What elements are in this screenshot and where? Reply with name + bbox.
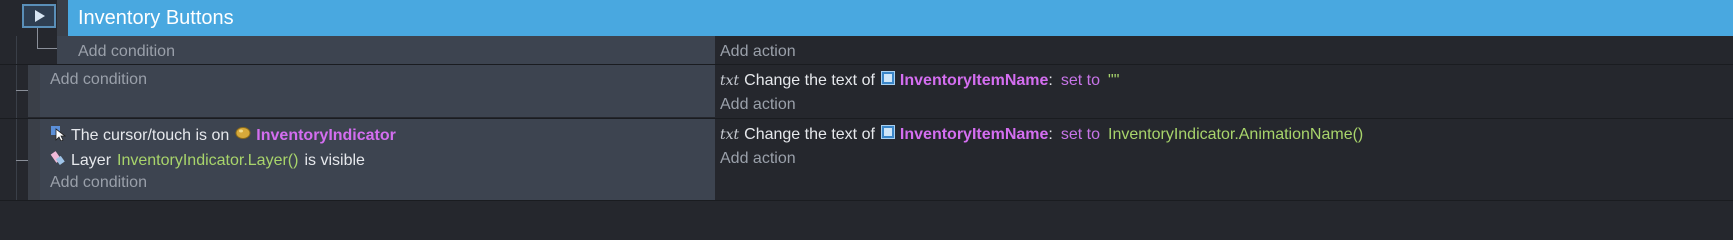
condition-suffix: is visible	[304, 151, 365, 169]
action-prefix: Change the text of	[744, 71, 875, 89]
header-gutter	[57, 0, 68, 36]
event-2-add-condition[interactable]: Add condition	[50, 174, 147, 192]
event-divider	[0, 200, 1733, 201]
event-2-condition-cursor[interactable]: The cursor/touch is on InventoryIndicato…	[50, 125, 396, 146]
text-action-icon: txt	[720, 72, 740, 89]
tree-line	[16, 90, 28, 91]
group-add-condition[interactable]: Add condition	[78, 43, 175, 61]
group-header-bar[interactable]	[68, 0, 1733, 36]
group-add-action[interactable]: Add action	[720, 43, 796, 61]
action-colon: :	[1048, 125, 1053, 143]
event-1-add-condition[interactable]: Add condition	[50, 71, 147, 89]
text-object-icon	[880, 71, 895, 90]
action-object-name: InventoryItemName	[899, 125, 1049, 143]
condition-prefix: The cursor/touch is on	[71, 126, 230, 144]
action-keyword: set to	[1060, 71, 1101, 89]
condition-object-name: InventoryIndicator	[256, 126, 396, 144]
event-2-add-action[interactable]: Add action	[720, 150, 796, 168]
action-object-name: InventoryItemName	[899, 71, 1049, 89]
text-object-icon	[880, 125, 895, 144]
action-keyword: set to	[1060, 125, 1101, 143]
condition-expression: InventoryIndicator.Layer()	[117, 151, 299, 169]
group-title: Inventory Buttons	[78, 7, 234, 29]
action-value: ""	[1108, 71, 1120, 89]
event-2-condition-layer[interactable]: Layer InventoryIndicator.Layer() is visi…	[50, 150, 365, 171]
sprite-icon	[235, 126, 251, 145]
cursor-icon	[50, 125, 67, 146]
text-action-icon: txt	[720, 126, 740, 143]
event-2-gutter[interactable]	[28, 119, 40, 200]
action-prefix: Change the text of	[744, 125, 875, 143]
collapse-toggle-button[interactable]	[22, 4, 56, 28]
layer-icon	[50, 150, 66, 171]
event-1-action[interactable]: txt Change the text of InventoryItemName…	[720, 71, 1119, 90]
action-value: InventoryIndicator.AnimationName()	[1108, 125, 1364, 143]
tree-line	[16, 160, 28, 161]
play-icon	[35, 10, 45, 22]
tree-line	[37, 28, 38, 48]
condition-prefix: Layer	[71, 151, 112, 169]
action-colon: :	[1048, 71, 1053, 89]
event-1-add-action[interactable]: Add action	[720, 96, 796, 114]
event-2-action[interactable]: txt Change the text of InventoryItemName…	[720, 125, 1363, 144]
event-1-gutter[interactable]	[28, 65, 40, 117]
tree-line	[37, 48, 57, 49]
